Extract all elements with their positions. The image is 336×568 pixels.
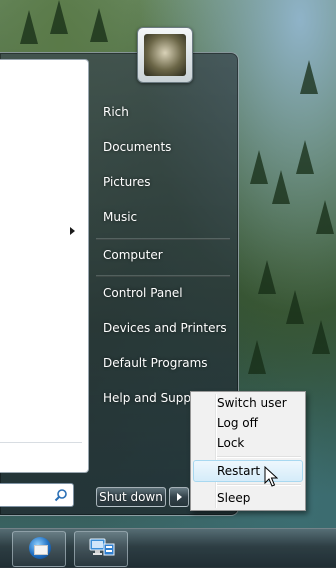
menu-item-music[interactable]: Music: [103, 209, 137, 225]
menu-item-computer[interactable]: Computer: [103, 247, 163, 263]
menu-separator: [96, 238, 230, 240]
all-programs-arrow-icon[interactable]: [70, 227, 75, 235]
menu-separator: [217, 484, 301, 486]
mouse-pointer-icon: [264, 466, 278, 487]
wallpaper-tree: [272, 170, 290, 204]
search-icon[interactable]: [54, 488, 68, 502]
wallpaper-tree: [300, 60, 318, 94]
menu-item-restart[interactable]: Restart: [217, 461, 260, 481]
wallpaper-tree: [248, 340, 266, 374]
taskbar-button-remote-desktop[interactable]: [74, 531, 128, 567]
search-input[interactable]: [0, 483, 74, 507]
menu-item-switch-user[interactable]: Switch user: [217, 393, 287, 413]
wallpaper-tree: [250, 150, 268, 184]
menu-separator: [96, 275, 230, 277]
wallpaper-tree: [50, 0, 68, 34]
wallpaper-tree: [286, 290, 304, 324]
menu-item-user[interactable]: Rich: [103, 104, 129, 120]
programs-divider: [0, 442, 82, 443]
menu-item-lock[interactable]: Lock: [217, 433, 244, 453]
shutdown-options-menu: Switch user Log off Lock Restart Sleep: [190, 391, 306, 511]
shutdown-button[interactable]: Shut down: [96, 487, 166, 507]
user-avatar-image: [144, 34, 186, 76]
envelope-icon: [34, 545, 48, 555]
menu-item-control-panel[interactable]: Control Panel: [103, 285, 183, 301]
menu-item-documents[interactable]: Documents: [103, 139, 171, 155]
start-menu-programs-pane: [0, 59, 89, 473]
taskbar: [0, 528, 336, 568]
wallpaper-tree: [90, 8, 108, 42]
chevron-right-icon: [177, 493, 182, 501]
thunderbird-icon: [29, 537, 51, 559]
taskbar-button-thunderbird[interactable]: [12, 531, 66, 567]
menu-item-log-off[interactable]: Log off: [217, 413, 258, 433]
menu-item-pictures[interactable]: Pictures: [103, 174, 151, 190]
wallpaper-tree: [258, 260, 276, 294]
menu-item-default-programs[interactable]: Default Programs: [103, 355, 208, 371]
menu-item-sleep[interactable]: Sleep: [217, 488, 250, 508]
shutdown-options-button[interactable]: [169, 487, 189, 507]
menu-separator: [217, 456, 301, 458]
menu-item-devices-and-printers[interactable]: Devices and Printers: [103, 320, 227, 336]
user-picture[interactable]: [137, 27, 193, 83]
remote-desktop-icon: [89, 538, 115, 556]
wallpaper-tree: [316, 200, 334, 234]
wallpaper-tree: [312, 320, 330, 354]
wallpaper-tree: [20, 10, 38, 44]
wallpaper-tree: [296, 140, 314, 174]
